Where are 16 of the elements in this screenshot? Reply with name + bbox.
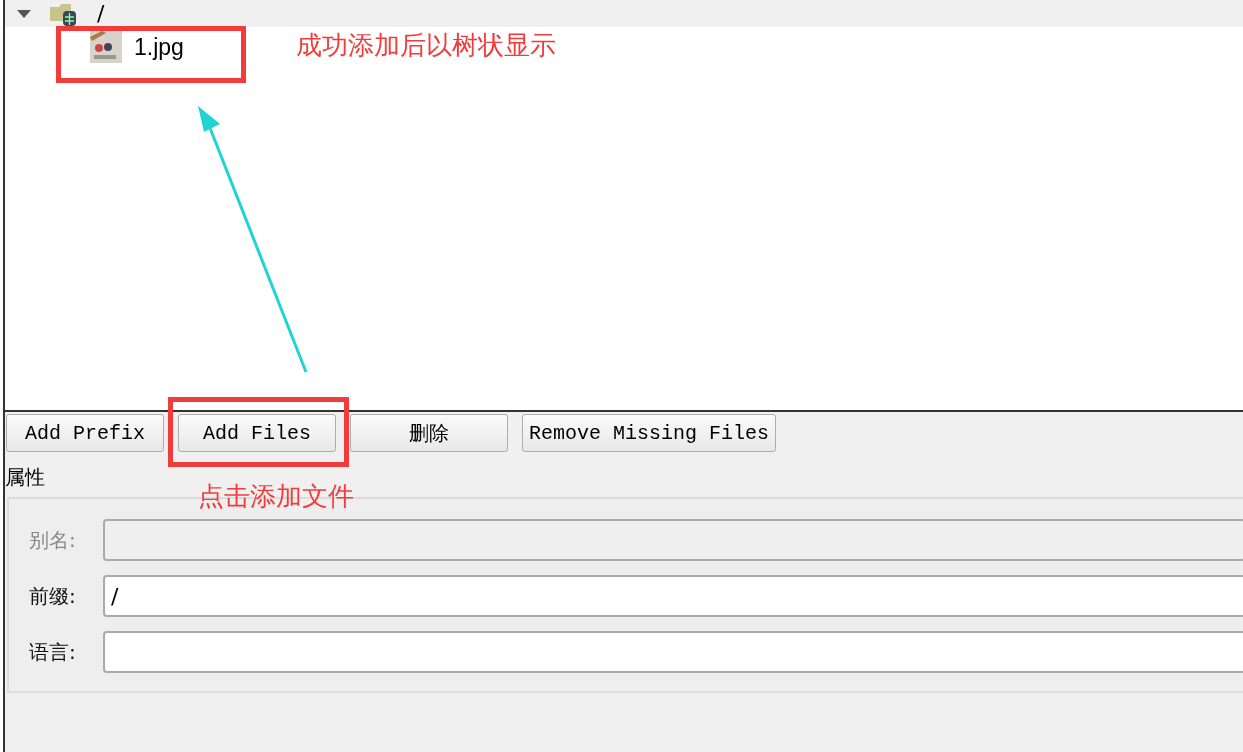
toolbar-button[interactable]: Remove Missing Files bbox=[522, 414, 776, 452]
toolbar-button[interactable]: 删除 bbox=[350, 414, 508, 452]
tree-item[interactable]: 1.jpg bbox=[134, 33, 184, 61]
annotation-text: 点击添加文件 bbox=[198, 480, 354, 513]
input-field[interactable]: / bbox=[103, 575, 1243, 617]
toolbar-button[interactable]: Add Prefix bbox=[6, 414, 164, 452]
annotation-text: 成功添加后以树状显示 bbox=[296, 29, 556, 62]
group-title: 属性 bbox=[5, 464, 45, 491]
toolbar-button[interactable]: Add Files bbox=[178, 414, 336, 452]
image-thumbnail-icon bbox=[90, 31, 122, 63]
tree-item[interactable]: / bbox=[97, 2, 105, 25]
field-label: 语言: bbox=[29, 638, 77, 666]
expand-caret-icon[interactable] bbox=[17, 8, 31, 19]
field-label: 别名: bbox=[29, 526, 77, 554]
input-field[interactable] bbox=[103, 631, 1243, 673]
field-label: 前缀: bbox=[29, 582, 77, 610]
